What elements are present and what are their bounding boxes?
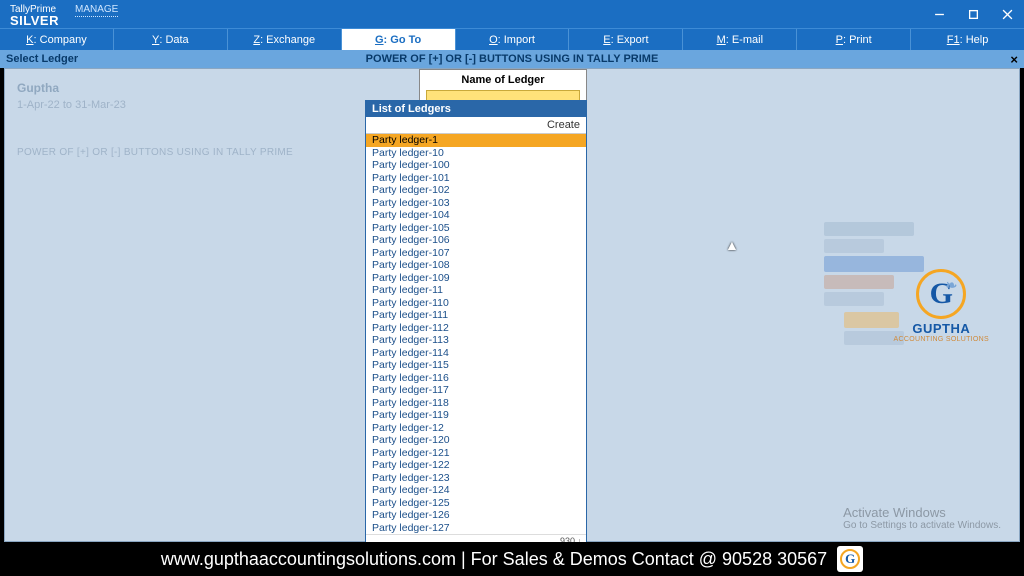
list-item[interactable]: Party ledger-114 [366, 347, 586, 360]
goto-caption: Name of Ledger [426, 74, 580, 86]
list-item[interactable]: Party ledger-108 [366, 259, 586, 272]
ghost-company: Guptha [17, 81, 59, 95]
product-label: TallyPrime SILVER [0, 2, 69, 26]
activate-windows-watermark: Activate Windows Go to Settings to activ… [843, 505, 1001, 531]
ledger-list-title: List of Ledgers [366, 101, 586, 117]
list-item[interactable]: Party ledger-112 [366, 322, 586, 335]
ledger-list-popup: List of Ledgers Create Party ledger-1Par… [365, 100, 587, 548]
menu-y[interactable]: Y: Data [114, 29, 228, 50]
list-item[interactable]: Party ledger-120 [366, 434, 586, 447]
banner-logo: G [837, 546, 863, 572]
list-item[interactable]: Party ledger-105 [366, 222, 586, 235]
menu-m[interactable]: M: E-mail [683, 29, 797, 50]
menu-o[interactable]: O: Import [456, 29, 570, 50]
menu-k[interactable]: K: Company [0, 29, 114, 50]
list-item[interactable]: Party ledger-11 [366, 284, 586, 297]
list-item[interactable]: Party ledger-124 [366, 484, 586, 497]
list-item[interactable]: Party ledger-12 [366, 422, 586, 435]
list-item[interactable]: Party ledger-1 [366, 134, 586, 147]
list-item[interactable]: Party ledger-106 [366, 234, 586, 247]
list-item[interactable]: Party ledger-126 [366, 509, 586, 522]
manage-link[interactable]: MANAGE [75, 4, 118, 17]
list-item[interactable]: Party ledger-109 [366, 272, 586, 285]
ghost-period: 1-Apr-22 to 31-Mar-23 [17, 99, 126, 111]
ghost-heading: POWER OF [+] OR [-] BUTTONS USING IN TAL… [17, 147, 293, 158]
list-item[interactable]: Party ledger-115 [366, 359, 586, 372]
menu-bar: K: CompanyY: DataZ: ExchangeG: Go ToO: I… [0, 28, 1024, 50]
list-item[interactable]: Party ledger-100 [366, 159, 586, 172]
maximize-icon[interactable] [956, 0, 990, 28]
menu-e[interactable]: E: Export [569, 29, 683, 50]
context-bar: Select Ledger POWER OF [+] OR [-] BUTTON… [0, 50, 1024, 68]
menu-g[interactable]: G: Go To [342, 29, 456, 50]
minimize-icon[interactable] [922, 0, 956, 28]
menu-z[interactable]: Z: Exchange [228, 29, 342, 50]
footer-banner: www.gupthaaccountingsolutions.com | For … [0, 542, 1024, 576]
list-item[interactable]: Party ledger-111 [366, 309, 586, 322]
list-item[interactable]: Party ledger-103 [366, 197, 586, 210]
list-item[interactable]: Party ledger-125 [366, 497, 586, 510]
context-title: POWER OF [+] OR [-] BUTTONS USING IN TAL… [0, 53, 1024, 65]
close-icon[interactable] [990, 0, 1024, 28]
ledger-create-link[interactable]: Create [366, 117, 586, 134]
leaf-icon: ❧ [946, 278, 958, 295]
list-item[interactable]: Party ledger-116 [366, 372, 586, 385]
list-item[interactable]: Party ledger-117 [366, 384, 586, 397]
brand-logo: G❧ GUPTHA ACCOUNTING SOLUTIONS [894, 269, 989, 343]
list-item[interactable]: Party ledger-101 [366, 172, 586, 185]
list-item[interactable]: Party ledger-104 [366, 209, 586, 222]
list-item[interactable]: Party ledger-10 [366, 147, 586, 160]
list-item[interactable]: Party ledger-107 [366, 247, 586, 260]
list-item[interactable]: Party ledger-110 [366, 297, 586, 310]
list-item[interactable]: Party ledger-118 [366, 397, 586, 410]
list-item[interactable]: Party ledger-113 [366, 334, 586, 347]
list-item[interactable]: Party ledger-127 [366, 522, 586, 535]
list-item[interactable]: Party ledger-121 [366, 447, 586, 460]
list-item[interactable]: Party ledger-102 [366, 184, 586, 197]
menu-f1[interactable]: F1: Help [911, 29, 1024, 50]
menu-p[interactable]: P: Print [797, 29, 911, 50]
banner-text: www.gupthaaccountingsolutions.com | For … [161, 549, 827, 570]
list-item[interactable]: Party ledger-119 [366, 409, 586, 422]
title-bar: TallyPrime SILVER MANAGE [0, 0, 1024, 28]
workspace: Guptha 1-Apr-22 to 31-Mar-23 POWER OF [+… [4, 68, 1020, 542]
list-item[interactable]: Party ledger-123 [366, 472, 586, 485]
context-close-icon[interactable]: × [1010, 52, 1018, 67]
list-item[interactable]: Party ledger-122 [366, 459, 586, 472]
mouse-cursor-icon: ▲ [725, 237, 739, 253]
